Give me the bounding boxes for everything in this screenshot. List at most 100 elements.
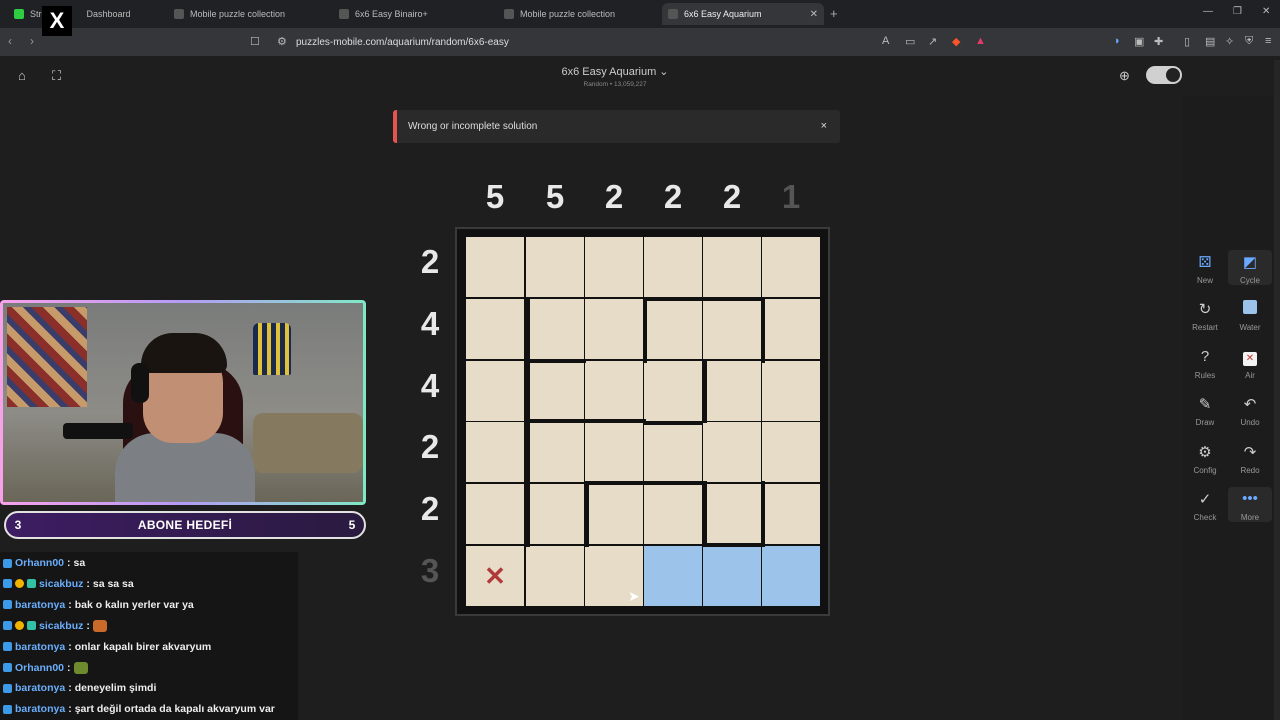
leo-icon[interactable]: ✧ xyxy=(1225,35,1234,48)
grid-cell[interactable] xyxy=(703,422,761,482)
more-button[interactable]: ••• More xyxy=(1228,487,1272,522)
new-puzzle-icon: ⚄ xyxy=(1198,254,1212,271)
back-icon[interactable]: ‹ xyxy=(8,34,12,48)
share-icon[interactable]: ↗ xyxy=(928,35,937,48)
brave-shield-icon[interactable]: ◆ xyxy=(952,35,960,48)
grid-cell[interactable] xyxy=(466,237,524,297)
grid-cell[interactable] xyxy=(644,237,702,297)
chat-badge-icon xyxy=(27,579,36,589)
chat-username[interactable]: Orhann00 xyxy=(15,557,64,569)
wallet-icon[interactable]: ▤ xyxy=(1205,35,1215,48)
redo-button[interactable]: ↷ Redo xyxy=(1228,443,1272,475)
screenshot-icon[interactable]: ▣ xyxy=(1134,35,1144,48)
rules-button[interactable]: ? Rules xyxy=(1183,348,1227,380)
grid-cell[interactable] xyxy=(466,422,524,482)
grid-cell[interactable] xyxy=(644,484,702,544)
extensions-icon[interactable]: ✚ xyxy=(1154,35,1163,48)
cast-icon[interactable]: ▭ xyxy=(905,35,915,48)
undo-button[interactable]: ↶ Undo xyxy=(1228,395,1272,427)
grid-cell[interactable] xyxy=(703,484,761,544)
grid-cell[interactable] xyxy=(762,361,820,421)
grid-cell[interactable] xyxy=(585,422,643,482)
rewards-icon[interactable]: ▲ xyxy=(975,35,986,47)
grid-cell[interactable] xyxy=(644,422,702,482)
new-tab-icon[interactable]: + xyxy=(830,6,838,21)
grid-cell[interactable] xyxy=(585,299,643,359)
water-cell[interactable] xyxy=(644,546,702,606)
grid-cell[interactable] xyxy=(703,237,761,297)
region-wall xyxy=(526,297,530,363)
grid-cell[interactable] xyxy=(526,546,584,606)
grid-cell[interactable] xyxy=(466,484,524,544)
grid-cell[interactable] xyxy=(703,361,761,421)
grid-cell[interactable] xyxy=(585,361,643,421)
audio-icon[interactable]: ◗ xyxy=(1114,35,1121,47)
minimize-icon[interactable]: — xyxy=(1203,6,1213,17)
grid-cell[interactable] xyxy=(526,484,584,544)
grid-cell[interactable] xyxy=(526,299,584,359)
maximize-icon[interactable]: ❐ xyxy=(1233,6,1242,17)
grid-cell[interactable] xyxy=(526,422,584,482)
more-icon: ••• xyxy=(1242,490,1258,507)
chat-username[interactable]: baratonya xyxy=(15,599,65,611)
translate-icon[interactable]: A xyxy=(882,35,889,47)
new-button[interactable]: ⚄ New xyxy=(1183,253,1227,285)
chat-username[interactable]: sicakbuz xyxy=(39,578,83,590)
grid-cell[interactable] xyxy=(762,422,820,482)
chat-username[interactable]: baratonya xyxy=(15,641,65,653)
air-button[interactable]: ✕ Air xyxy=(1228,348,1272,380)
close-banner-icon[interactable]: × xyxy=(821,120,827,132)
scrollbar[interactable] xyxy=(1274,60,1280,720)
water-cell[interactable] xyxy=(703,546,761,606)
grid-cell[interactable] xyxy=(466,361,524,421)
row-clue: 2 xyxy=(420,490,440,527)
water-button[interactable]: Water xyxy=(1228,300,1272,332)
config-button[interactable]: ⚙ Config xyxy=(1183,443,1227,475)
grid-cell[interactable] xyxy=(585,237,643,297)
grid-cell[interactable] xyxy=(703,299,761,359)
grid-cell[interactable] xyxy=(762,237,820,297)
chat-separator: : xyxy=(68,640,72,653)
grid-cell[interactable] xyxy=(526,361,584,421)
grid-cell[interactable] xyxy=(762,299,820,359)
water-cell[interactable] xyxy=(762,546,820,606)
chat-badge-icon xyxy=(15,579,24,589)
air-cell[interactable]: ✕ xyxy=(466,546,524,606)
close-tab-icon[interactable]: ✕ xyxy=(810,9,818,20)
grid-cell[interactable] xyxy=(762,484,820,544)
air-swatch-icon: ✕ xyxy=(1228,348,1272,368)
tab-dashboard[interactable]: Stre Dashboard xyxy=(8,3,168,25)
puzzle-site-icon xyxy=(668,9,678,19)
chat-username[interactable]: baratonya xyxy=(15,703,65,715)
sidebar-icon[interactable]: ▯ xyxy=(1184,35,1190,48)
region-wall xyxy=(585,481,589,547)
chat-username[interactable]: Orhann00 xyxy=(15,662,64,674)
close-window-icon[interactable]: ✕ xyxy=(1262,6,1270,17)
check-button[interactable]: ✓ Check xyxy=(1183,490,1227,522)
chat-username[interactable]: sicakbuz xyxy=(39,620,83,632)
menu-icon[interactable]: ≡ xyxy=(1265,35,1271,47)
tab-mobile-puzzle-1[interactable]: Mobile puzzle collection xyxy=(168,3,330,25)
tab-mobile-puzzle-2[interactable]: Mobile puzzle collection xyxy=(498,3,660,25)
puzzle-title[interactable]: 6x6 Easy Aquarium ⌄ xyxy=(0,65,1230,78)
grid-cell[interactable] xyxy=(644,299,702,359)
dark-mode-toggle[interactable] xyxy=(1146,66,1182,84)
vpn-icon[interactable]: ⛨ xyxy=(1245,35,1253,48)
chat-username[interactable]: baratonya xyxy=(15,682,65,694)
grid-cell[interactable] xyxy=(526,237,584,297)
grid-cell[interactable] xyxy=(585,484,643,544)
tab-aquarium[interactable]: 6x6 Easy Aquarium ✕ xyxy=(662,3,824,25)
cycle-button[interactable]: ◩ Cycle xyxy=(1228,250,1272,285)
chat-message: sicakbuz: sa sa sa xyxy=(3,575,134,593)
site-settings-icon[interactable]: ⚙ xyxy=(277,35,287,48)
restart-button[interactable]: ↻ Restart xyxy=(1183,300,1227,332)
draw-button[interactable]: ✎ Draw xyxy=(1183,395,1227,427)
grid-cell[interactable] xyxy=(466,299,524,359)
tab-binairo[interactable]: 6x6 Easy Binairo+ xyxy=(333,3,495,25)
grid-cell[interactable] xyxy=(644,361,702,421)
row-clue: 4 xyxy=(420,367,440,404)
zoom-icon[interactable]: ⊕ xyxy=(1119,68,1130,84)
region-wall xyxy=(703,359,707,423)
bookmark-icon[interactable]: ☐ xyxy=(250,35,260,48)
forward-icon[interactable]: › xyxy=(30,34,34,48)
